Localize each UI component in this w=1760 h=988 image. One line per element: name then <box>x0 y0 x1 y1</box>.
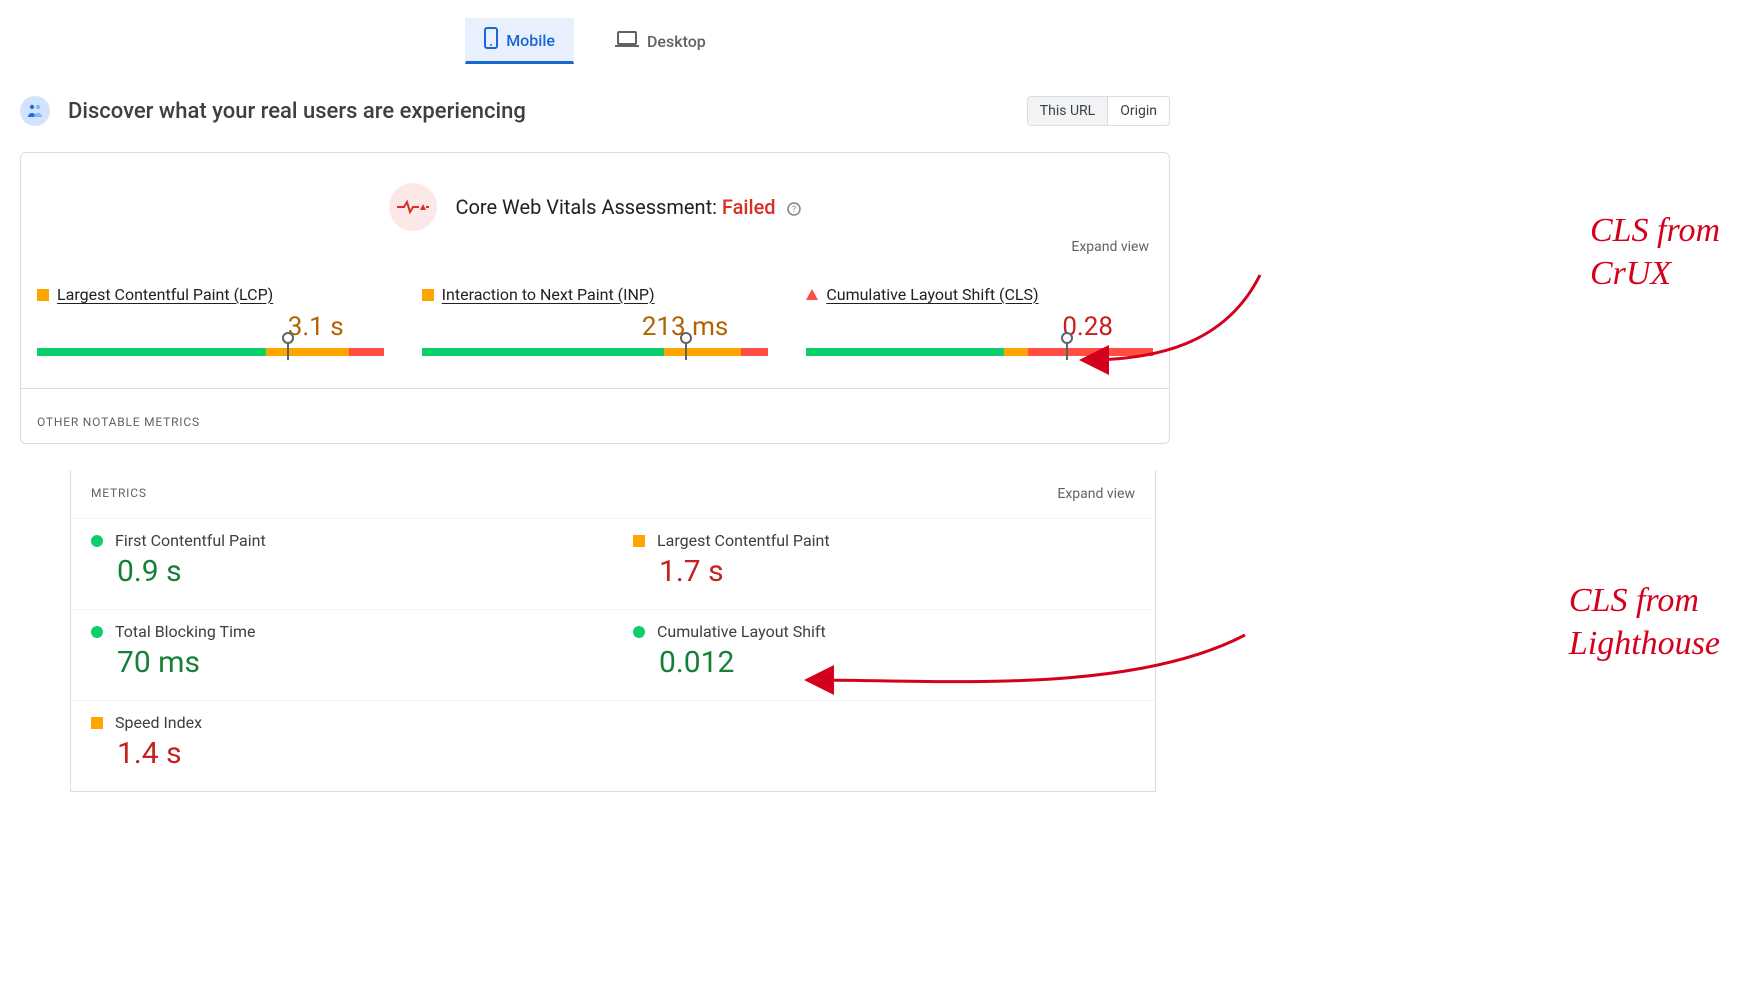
cls-marker <box>1066 338 1068 360</box>
lh-fcp-value: 0.9 s <box>91 554 593 589</box>
cls-value: 0.28 <box>806 312 1153 342</box>
annotation-lh-cls: CLS from Lighthouse <box>1569 580 1720 665</box>
pulse-icon <box>389 183 437 231</box>
lh-si-value: 1.4 s <box>91 736 593 771</box>
lcp-name[interactable]: Largest Contentful Paint (LCP) <box>57 285 273 304</box>
device-tabs: Mobile Desktop <box>20 18 1170 90</box>
tab-mobile-label: Mobile <box>506 31 555 50</box>
metric-lcp: Largest Contentful Paint (LCP) 3.1 s <box>37 285 384 356</box>
tab-desktop[interactable]: Desktop <box>596 18 725 64</box>
assessment-row: Core Web Vitals Assessment: Failed ? <box>37 183 1153 231</box>
lh-lcp: Largest Contentful Paint 1.7 s <box>613 518 1155 609</box>
lcp-value: 3.1 s <box>37 312 384 342</box>
crux-expand[interactable]: Expand view <box>1071 239 1149 255</box>
other-notable-label: OTHER NOTABLE METRICS <box>21 389 1169 443</box>
cls-bar <box>806 348 1153 356</box>
lh-empty <box>613 700 1155 791</box>
cls-name[interactable]: Cumulative Layout Shift (CLS) <box>826 285 1038 304</box>
lcp-bar <box>37 348 384 356</box>
tab-desktop-label: Desktop <box>647 32 706 51</box>
inp-status-icon <box>422 289 434 301</box>
si-status-icon <box>91 717 103 729</box>
tbt-status-icon <box>91 626 103 638</box>
lh-tbt: Total Blocking Time 70 ms <box>71 609 613 700</box>
lh-metrics-label: METRICS <box>91 486 147 502</box>
inp-marker <box>685 338 687 360</box>
assessment-status: Failed <box>722 195 776 219</box>
lh-cls-value: 0.012 <box>633 645 1135 680</box>
page-heading: Discover what your real users are experi… <box>68 99 526 124</box>
lh-cls-status-icon <box>633 626 645 638</box>
lh-cls: Cumulative Layout Shift 0.012 <box>613 609 1155 700</box>
lh-lcp-value: 1.7 s <box>633 554 1135 589</box>
seg-this-url[interactable]: This URL <box>1028 97 1107 125</box>
cls-status-icon <box>806 289 818 300</box>
lh-expand[interactable]: Expand view <box>1057 486 1135 502</box>
inp-name[interactable]: Interaction to Next Paint (INP) <box>442 285 655 304</box>
lh-fcp-name: First Contentful Paint <box>115 531 266 550</box>
lh-cls-name: Cumulative Layout Shift <box>657 622 826 641</box>
inp-bar <box>422 348 769 356</box>
assessment-label: Core Web Vitals Assessment: <box>455 195 721 219</box>
lcp-status-icon <box>37 289 49 301</box>
lh-si: Speed Index 1.4 s <box>71 700 613 791</box>
scope-segmented: This URL Origin <box>1027 96 1170 126</box>
fcp-status-icon <box>91 535 103 547</box>
tab-mobile[interactable]: Mobile <box>465 18 574 64</box>
lcp-marker <box>287 338 289 360</box>
lh-tbt-value: 70 ms <box>91 645 593 680</box>
svg-text:?: ? <box>791 205 795 215</box>
metric-cls: Cumulative Layout Shift (CLS) 0.28 <box>806 285 1153 356</box>
inp-value: 213 ms <box>422 312 769 342</box>
laptop-icon <box>615 30 639 52</box>
lh-si-name: Speed Index <box>115 713 202 732</box>
seg-origin[interactable]: Origin <box>1107 97 1169 125</box>
lh-lcp-name: Largest Contentful Paint <box>657 531 830 550</box>
lh-tbt-name: Total Blocking Time <box>115 622 255 641</box>
users-icon <box>20 96 50 126</box>
crux-card: Core Web Vitals Assessment: Failed ? Exp… <box>20 152 1170 444</box>
metric-inp: Interaction to Next Paint (INP) 213 ms <box>422 285 769 356</box>
lh-fcp: First Contentful Paint 0.9 s <box>71 518 613 609</box>
phone-icon <box>484 27 498 53</box>
help-icon[interactable]: ? <box>787 202 801 218</box>
annotation-crux-cls: CLS from CrUX <box>1590 210 1720 295</box>
lh-lcp-status-icon <box>633 535 645 547</box>
lighthouse-card: METRICS Expand view First Contentful Pai… <box>70 470 1156 792</box>
